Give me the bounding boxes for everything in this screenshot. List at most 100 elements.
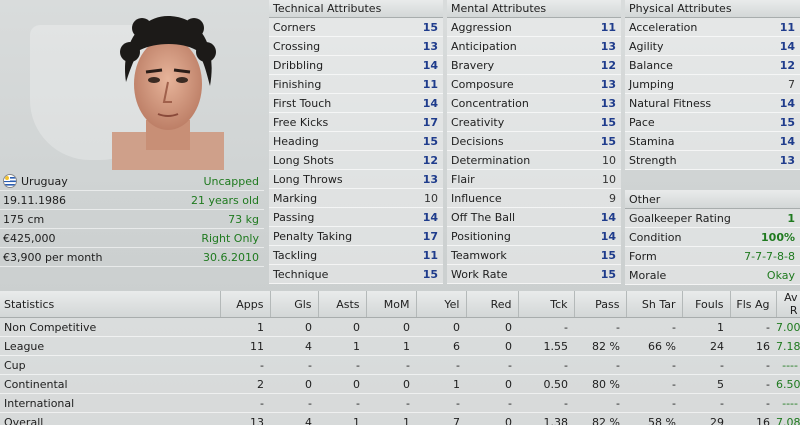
stats-header-tck[interactable]: Tck [518,291,575,318]
stats-cell: - [730,374,776,394]
stats-header-statistics[interactable]: Statistics [0,291,221,318]
other-attr-goalkeeper-rating: Goalkeeper Rating 1 [625,209,800,228]
stats-header-apps[interactable]: Apps [220,291,271,318]
stats-header-gls[interactable]: Gls [270,291,319,318]
attribute-value: 11 [779,20,795,34]
attribute-label: Off The Ball [451,210,516,224]
technical-attr-corners: Corners 15 [269,18,443,37]
stats-cell: Continental [0,374,220,394]
stats-cell: 6 [416,336,466,356]
attribute-value: 11 [600,20,616,34]
stats-header-mom[interactable]: MoM [366,291,417,318]
physical-attributes-panel: Physical Attributes Acceleration 11 Agilit… [625,0,800,285]
weight-value: 73 kg [228,212,259,226]
stats-header-fls-ag[interactable]: Fls Ag [730,291,777,318]
physical-attr-natural-fitness: Natural Fitness 14 [625,94,800,113]
attribute-label: Finishing [273,77,322,91]
stats-header-red[interactable]: Red [466,291,519,318]
stats-header-sh-tar[interactable]: Sh Tar [626,291,683,318]
attribute-label: Morale [629,268,667,282]
attribute-value: 10 [602,153,616,167]
attribute-label: Stamina [629,134,675,148]
attribute-value: 12 [779,58,795,72]
attribute-label: Teamwork [451,248,507,262]
attribute-value: 10 [602,172,616,186]
mental-attr-bravery: Bravery 12 [447,56,621,75]
stats-cell: 1.38 [518,412,574,425]
stats-cell: 0 [466,317,518,337]
preferred-foot-value: Right Only [201,231,259,245]
attribute-value: 15 [422,20,438,34]
stats-cell: - [574,393,626,413]
stats-header-av-r[interactable]: Av R [776,291,800,318]
stats-cell: 1 [220,317,270,337]
attribute-label: First Touch [273,96,332,110]
stats-cell: - [730,393,776,413]
attribute-value: 15 [600,134,616,148]
attribute-label: Passing [273,210,315,224]
stats-cell: ---- [776,355,800,375]
stats-cell: 6.50 [776,374,800,394]
stats-cell: - [730,317,776,337]
stats-cell: 16 [730,336,776,356]
technical-attr-penalty-taking: Penalty Taking 17 [269,227,443,246]
attribute-value: 14 [779,96,795,110]
nationality-row: Uruguay Uncapped [0,172,264,191]
stats-cell: 0 [466,336,518,356]
stats-cell: - [682,393,730,413]
attribute-label: Crossing [273,39,321,53]
stats-cell: - [574,355,626,375]
attribute-label: Creativity [451,115,505,129]
dob-value: 19.11.1986 [3,193,66,207]
stats-cell: - [466,393,518,413]
stats-cell: - [466,355,518,375]
mental-attr-determination: Determination 10 [447,151,621,170]
wage-row: €3,900 per month 30.6.2010 [0,248,264,267]
stats-cell: - [626,317,682,337]
caps-value: Uncapped [203,174,259,188]
attribute-value: 14 [779,134,795,148]
stats-cell: 1 [366,336,416,356]
attribute-value: 7-7-7-8-8 [744,249,795,263]
stats-cell: - [626,355,682,375]
stats-header-pass[interactable]: Pass [574,291,627,318]
attribute-label: Bravery [451,58,495,72]
attribute-value: 7 [788,77,795,91]
attribute-value: 1 [787,211,795,225]
attribute-value: 13 [600,39,616,53]
stats-cell: 13 [220,412,270,425]
attribute-value: 15 [600,248,616,262]
technical-attr-tackling: Tackling 11 [269,246,443,265]
technical-attr-passing: Passing 14 [269,208,443,227]
wage-value: €3,900 per month [3,250,103,264]
stats-cell: - [518,317,574,337]
stats-cell: 2 [220,374,270,394]
attribute-value: 15 [600,267,616,281]
technical-attr-marking: Marking 10 [269,189,443,208]
attribute-label: Concentration [451,96,529,110]
technical-attr-first-touch: First Touch 14 [269,94,443,113]
table-row: Continental 2 0 0 0 1 0 0.50 80 % -5-6.50 [0,374,800,394]
attribute-value: 9 [609,191,616,205]
attribute-label: Corners [273,20,316,34]
physical-attr-jumping: Jumping 7 [625,75,800,94]
stats-cell: 1 [416,374,466,394]
attribute-label: Positioning [451,229,511,243]
attribute-value: 11 [422,248,438,262]
mental-attr-influence: Influence 9 [447,189,621,208]
attribute-label: Anticipation [451,39,517,53]
stats-header-asts[interactable]: Asts [318,291,367,318]
stats-cell: 58 % [626,412,682,425]
stats-cell: - [220,393,270,413]
stats-cell: 1 [682,317,730,337]
stats-cell: 7.18 [776,336,800,356]
technical-attr-long-shots: Long Shots 12 [269,151,443,170]
attribute-label: Tackling [273,248,318,262]
stats-header-fouls[interactable]: Fouls [682,291,731,318]
other-header: Other [625,190,800,209]
attribute-label: Balance [629,58,673,72]
attribute-value: 15 [779,115,795,129]
mental-attr-work-rate: Work Rate 15 [447,265,621,284]
stats-header-yel[interactable]: Yel [416,291,467,318]
attribute-value: 15 [422,134,438,148]
